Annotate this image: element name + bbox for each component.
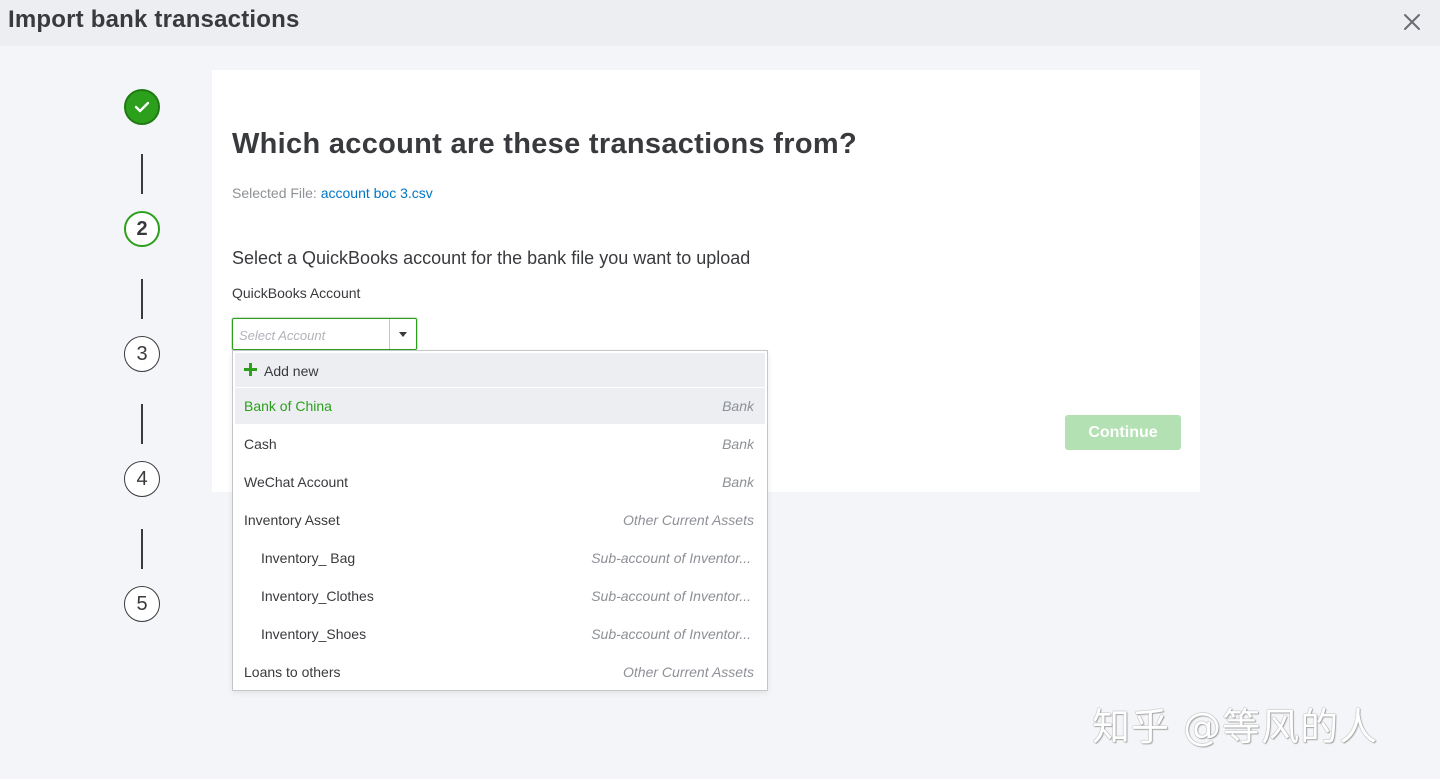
account-type: Sub-account of Inventor... — [591, 550, 751, 566]
step-connector — [141, 279, 143, 319]
watermark-text: 知乎 @等风的人 — [1092, 705, 1379, 749]
step-3: 3 — [124, 336, 160, 372]
account-option[interactable]: Inventory_Shoes Sub-account of Inventor.… — [235, 616, 765, 652]
account-name: WeChat Account — [244, 474, 349, 490]
account-name: Inventory_ Bag — [261, 550, 356, 566]
account-option[interactable]: Loans to others Other Current Assets — [235, 654, 765, 690]
step-connector — [141, 529, 143, 569]
account-type: Sub-account of Inventor... — [591, 626, 751, 642]
close-icon[interactable] — [1398, 8, 1426, 36]
question-heading: Which account are these transactions fro… — [232, 128, 857, 160]
add-new-label: Add new — [264, 363, 319, 379]
account-name: Bank of China — [244, 398, 332, 414]
quickbooks-account-label: QuickBooks Account — [232, 285, 361, 301]
account-name: Loans to others — [244, 664, 341, 680]
account-option[interactable]: Cash Bank — [235, 426, 765, 462]
account-name: Inventory_Clothes — [261, 588, 374, 604]
account-select[interactable] — [232, 318, 417, 350]
account-type: Bank — [722, 436, 754, 452]
step-5: 5 — [124, 586, 160, 622]
account-name: Inventory_Shoes — [261, 626, 367, 642]
checkmark-icon — [134, 101, 150, 113]
add-new-option[interactable]: Add new — [235, 353, 765, 387]
account-option[interactable]: Inventory Asset Other Current Assets — [235, 502, 765, 538]
step-connector — [141, 404, 143, 444]
caret-down-icon — [399, 331, 407, 337]
selected-file-label: Selected File: — [232, 185, 317, 201]
account-option[interactable]: Inventory_Clothes Sub-account of Invento… — [235, 578, 765, 614]
account-option[interactable]: WeChat Account Bank — [235, 464, 765, 500]
account-name: Inventory Asset — [244, 512, 340, 528]
account-type: Sub-account of Inventor... — [591, 588, 751, 604]
account-option[interactable]: Inventory_ Bag Sub-account of Inventor..… — [235, 540, 765, 576]
dropdown-toggle[interactable] — [389, 319, 416, 349]
account-type: Other Current Assets — [623, 512, 754, 528]
selected-file-line: Selected File: account boc 3.csv — [232, 185, 433, 201]
instruction-text: Select a QuickBooks account for the bank… — [232, 248, 751, 268]
account-name: Cash — [244, 436, 277, 452]
plus-icon — [244, 363, 257, 376]
close-button[interactable] — [1398, 8, 1426, 36]
top-bar: Import bank transactions — [0, 0, 1440, 46]
selected-file-link[interactable]: account boc 3.csv — [321, 185, 433, 201]
step-connector — [141, 154, 143, 194]
step-1-complete — [124, 89, 160, 125]
step-2-current: 2 — [124, 211, 160, 247]
step-4: 4 — [124, 461, 160, 497]
account-dropdown: Add new Bank of China Bank Cash Bank WeC… — [232, 350, 768, 691]
continue-button[interactable]: Continue — [1065, 415, 1181, 450]
account-type: Bank — [722, 398, 754, 414]
account-type: Other Current Assets — [623, 664, 754, 680]
account-type: Bank — [722, 474, 754, 490]
account-option[interactable]: Bank of China Bank — [235, 388, 765, 424]
account-select-input[interactable] — [239, 325, 387, 345]
page-title: Import bank transactions — [8, 6, 300, 33]
